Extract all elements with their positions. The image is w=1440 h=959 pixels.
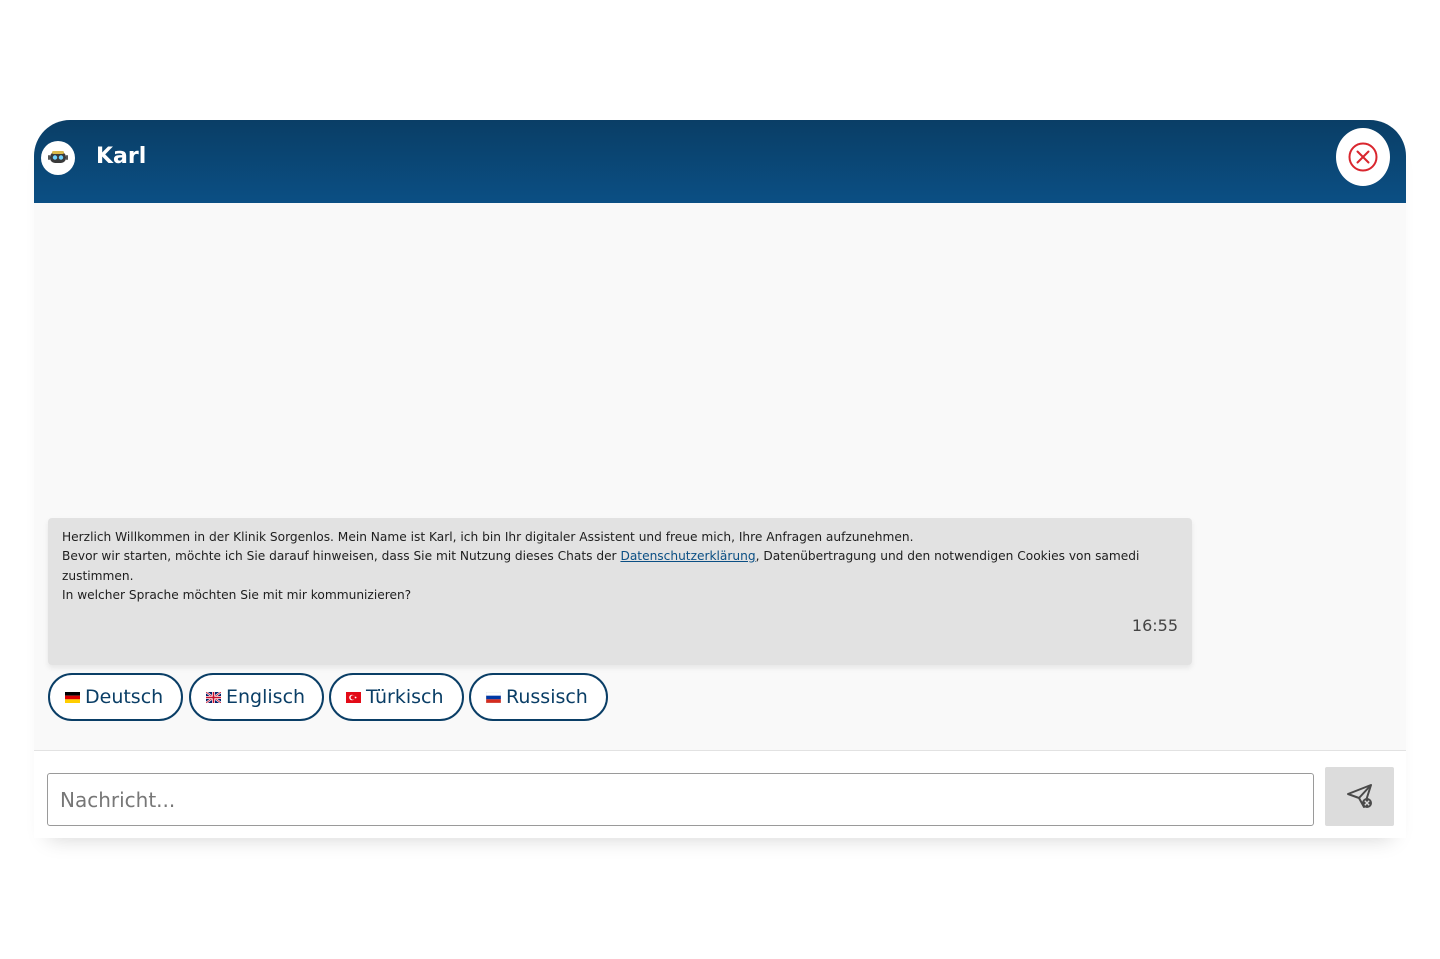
message-timestamp: 16:55 (1131, 616, 1178, 635)
bot-avatar (41, 141, 75, 175)
message-line: Herzlich Willkommen in der Klinik Sorgen… (62, 530, 914, 544)
chat-header: Karl (34, 120, 1406, 203)
close-button[interactable] (1336, 128, 1390, 186)
close-circle-icon (1348, 142, 1378, 172)
language-button-russisch[interactable]: Russisch (469, 673, 608, 721)
language-label: Englisch (226, 686, 306, 708)
composer (34, 751, 1406, 838)
message-list: Herzlich Willkommen in der Klinik Sorgen… (34, 203, 1406, 750)
language-label: Türkisch (366, 686, 444, 708)
language-label: Russisch (506, 686, 588, 708)
bot-message: Herzlich Willkommen in der Klinik Sorgen… (48, 518, 1192, 665)
russia-flag-icon (486, 692, 501, 703)
language-label: Deutsch (85, 686, 164, 708)
uk-flag-icon (206, 692, 221, 703)
language-button-englisch[interactable]: Englisch (189, 673, 324, 721)
message-text: Bevor wir starten, möchte ich Sie darauf… (62, 549, 621, 564)
robot-icon (48, 151, 68, 163)
send-icon (1347, 784, 1372, 808)
turkey-flag-icon (346, 692, 361, 703)
chat-window: Karl Herzlich Willkommen in der Klinik S… (34, 120, 1406, 838)
message-line: Bevor wir starten, möchte ich Sie darauf… (62, 547, 1178, 586)
message-input[interactable] (47, 773, 1314, 826)
germany-flag-icon (65, 692, 80, 703)
bot-name: Karl (96, 144, 147, 169)
privacy-policy-link[interactable]: Datenschutzerklärung (620, 549, 755, 563)
language-button-deutsch[interactable]: Deutsch (48, 673, 183, 721)
language-button-tuerkisch[interactable]: Türkisch (329, 673, 464, 721)
message-line: In welcher Sprache möchten Sie mit mir k… (62, 587, 412, 602)
send-button[interactable] (1325, 767, 1394, 826)
